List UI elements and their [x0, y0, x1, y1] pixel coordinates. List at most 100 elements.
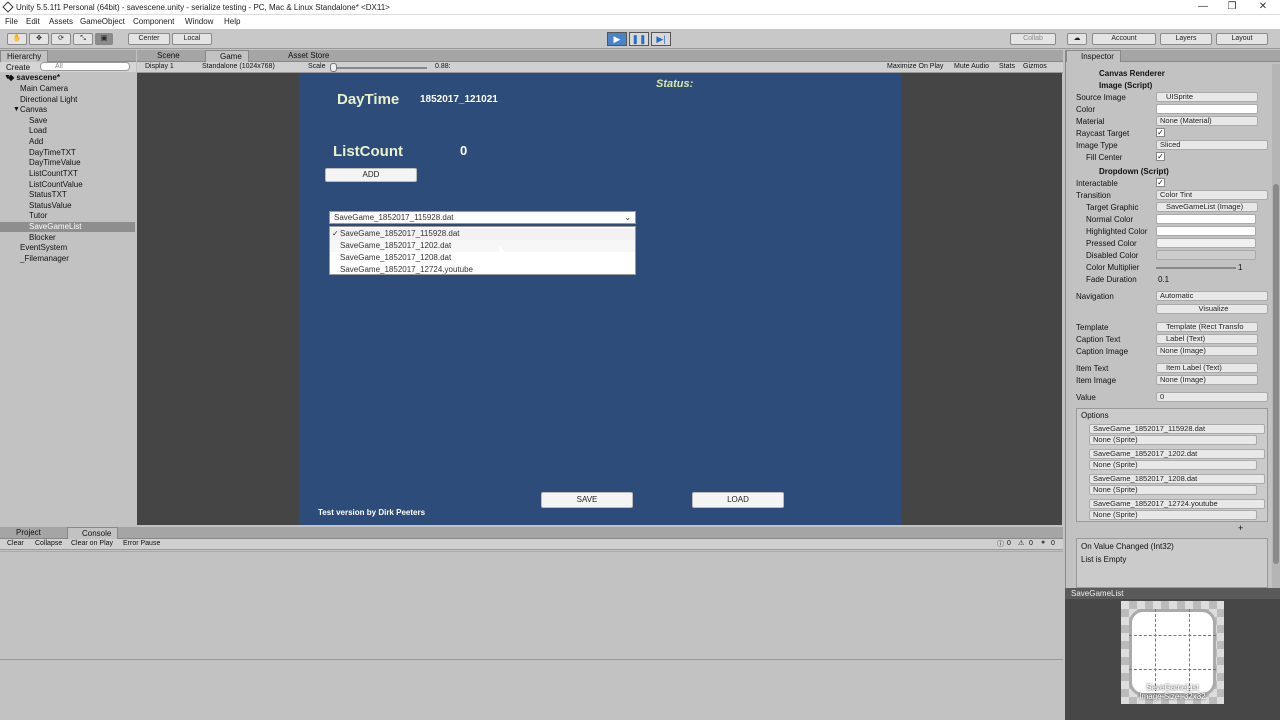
- pressed-color-swatch[interactable]: [1156, 238, 1256, 248]
- template-field[interactable]: Template (Rect Transfo: [1156, 322, 1258, 332]
- hierarchy-item[interactable]: ListCountValue: [0, 180, 135, 190]
- menu-file[interactable]: File: [5, 17, 18, 26]
- layers-dropdown[interactable]: Layers: [1160, 33, 1212, 45]
- option-image-field[interactable]: None (Sprite): [1089, 510, 1257, 520]
- scale-slider[interactable]: [332, 67, 427, 69]
- source-image-field[interactable]: UISprite: [1156, 92, 1258, 102]
- scale-slider-thumb[interactable]: [330, 63, 337, 72]
- hierarchy-search-input[interactable]: All: [40, 62, 130, 71]
- raycast-target-checkbox[interactable]: ✓: [1156, 128, 1165, 137]
- expand-arrow-icon[interactable]: ▼: [13, 106, 20, 113]
- option-text-field[interactable]: SaveGame_1852017_115928.dat: [1089, 424, 1265, 434]
- hierarchy-item[interactable]: StatusTXT: [0, 190, 135, 200]
- collab-button[interactable]: Collab: [1010, 33, 1056, 45]
- add-button[interactable]: ADD: [325, 168, 417, 182]
- tab-scene[interactable]: Scene: [143, 50, 186, 62]
- option-text-field[interactable]: SaveGame_1852017_12724.youtube: [1089, 499, 1265, 509]
- tab-console[interactable]: Console: [67, 527, 119, 539]
- scrollbar-thumb[interactable]: [1273, 184, 1279, 564]
- save-button[interactable]: SAVE: [541, 492, 633, 508]
- item-text-field[interactable]: Item Label (Text): [1156, 363, 1258, 373]
- hierarchy-item[interactable]: Main Camera: [0, 84, 135, 94]
- image-type-dropdown[interactable]: Sliced: [1156, 140, 1268, 150]
- resolution-dropdown[interactable]: Standalone (1024x768): [202, 63, 275, 70]
- preview-header[interactable]: SaveGameList: [1065, 588, 1280, 599]
- option-text-field[interactable]: SaveGame_1852017_1202.dat: [1089, 449, 1265, 459]
- fill-center-checkbox[interactable]: ✓: [1156, 152, 1165, 161]
- disabled-color-swatch[interactable]: [1156, 250, 1256, 260]
- console-clear-on-play-button[interactable]: Clear on Play: [71, 540, 113, 547]
- option-image-field[interactable]: None (Sprite): [1089, 460, 1257, 470]
- minimize-button[interactable]: —: [1193, 1, 1213, 12]
- console-log-area[interactable]: [0, 551, 1063, 720]
- account-dropdown[interactable]: Account: [1092, 33, 1156, 45]
- hierarchy-item[interactable]: Canvas: [0, 105, 135, 115]
- pivot-center-button[interactable]: Center: [128, 33, 170, 45]
- hierarchy-item[interactable]: Save: [0, 116, 135, 126]
- caption-image-field[interactable]: None (Image): [1156, 346, 1258, 356]
- material-field[interactable]: None (Material): [1156, 116, 1258, 126]
- hand-tool-button[interactable]: ✋: [7, 33, 27, 45]
- console-clear-button[interactable]: Clear: [7, 540, 24, 547]
- pause-button[interactable]: ❚❚: [629, 32, 649, 46]
- hierarchy-item[interactable]: _Filemanager: [0, 254, 135, 264]
- console-error-pause-button[interactable]: Error Pause: [123, 540, 160, 547]
- dropdown-option[interactable]: SaveGame_1852017_1208.dat: [330, 252, 635, 264]
- option-image-field[interactable]: None (Sprite): [1089, 435, 1257, 445]
- hierarchy-item[interactable]: EventSystem: [0, 243, 135, 253]
- savegame-dropdown[interactable]: SaveGame_1852017_115928.dat ⌄: [329, 211, 636, 224]
- layout-dropdown[interactable]: Layout: [1216, 33, 1268, 45]
- menu-window[interactable]: Window: [185, 17, 213, 26]
- color-multiplier-slider[interactable]: [1156, 267, 1236, 269]
- pivot-local-button[interactable]: Local: [172, 33, 212, 45]
- item-image-field[interactable]: None (Image): [1156, 375, 1258, 385]
- menu-help[interactable]: Help: [224, 17, 240, 26]
- add-option-button[interactable]: +: [1238, 523, 1243, 533]
- gizmos-dropdown[interactable]: Gizmos: [1023, 63, 1047, 70]
- error-icon[interactable]: ●: [1041, 539, 1045, 546]
- hierarchy-item[interactable]: ListCountTXT: [0, 169, 135, 179]
- info-icon[interactable]: ⓘ: [997, 539, 1004, 549]
- cloud-icon[interactable]: ☁: [1067, 33, 1087, 45]
- caption-text-field[interactable]: Label (Text): [1156, 334, 1258, 344]
- move-tool-button[interactable]: ✥: [29, 33, 49, 45]
- fade-duration-value[interactable]: 0.1: [1158, 275, 1169, 284]
- expand-arrow-icon[interactable]: ▼: [4, 74, 11, 81]
- dropdown-option[interactable]: SaveGame_1852017_12724.youtube: [330, 264, 635, 276]
- mute-audio-toggle[interactable]: Mute Audio: [954, 63, 989, 70]
- menu-gameobject[interactable]: GameObject: [80, 17, 125, 26]
- color-swatch[interactable]: [1156, 104, 1258, 114]
- step-button[interactable]: ▶|: [651, 32, 671, 46]
- target-graphic-field[interactable]: SaveGameList (Image): [1156, 202, 1258, 212]
- scale-tool-button[interactable]: ⤡: [73, 33, 93, 45]
- visualize-button[interactable]: Visualize: [1156, 304, 1268, 314]
- menu-assets[interactable]: Assets: [49, 17, 73, 26]
- inspector-scrollbar[interactable]: [1272, 64, 1280, 588]
- interactable-checkbox[interactable]: ✓: [1156, 178, 1165, 187]
- close-button[interactable]: ✕: [1253, 1, 1273, 12]
- option-text-field[interactable]: SaveGame_1852017_1208.dat: [1089, 474, 1265, 484]
- warning-icon[interactable]: ⚠: [1018, 539, 1024, 547]
- canvas-renderer-header[interactable]: Canvas Renderer: [1099, 69, 1165, 78]
- console-divider[interactable]: [0, 659, 1063, 660]
- option-image-field[interactable]: None (Sprite): [1089, 485, 1257, 495]
- color-multiplier-value[interactable]: 1: [1238, 263, 1242, 272]
- play-button[interactable]: ▶: [607, 32, 627, 46]
- hierarchy-item[interactable]: Tutor: [0, 211, 135, 221]
- hierarchy-item[interactable]: StatusValue: [0, 201, 135, 211]
- create-dropdown[interactable]: Create: [6, 63, 30, 72]
- navigation-dropdown[interactable]: Automatic: [1156, 291, 1268, 301]
- dropdown-script-header[interactable]: Dropdown (Script): [1099, 167, 1169, 176]
- menu-component[interactable]: Component: [133, 17, 174, 26]
- tab-asset-store[interactable]: Asset Store: [274, 50, 335, 62]
- hierarchy-item[interactable]: DayTimeTXT: [0, 148, 135, 158]
- display-dropdown[interactable]: Display 1: [145, 63, 174, 70]
- load-button[interactable]: LOAD: [692, 492, 784, 508]
- tab-hierarchy[interactable]: Hierarchy: [0, 50, 49, 62]
- hierarchy-item[interactable]: Add: [0, 137, 135, 147]
- hierarchy-item[interactable]: Blocker: [0, 233, 135, 243]
- transition-dropdown[interactable]: Color Tint: [1156, 190, 1268, 200]
- rect-tool-button[interactable]: ▣: [95, 33, 113, 45]
- stats-toggle[interactable]: Stats: [999, 63, 1015, 70]
- tab-project[interactable]: Project: [2, 527, 47, 539]
